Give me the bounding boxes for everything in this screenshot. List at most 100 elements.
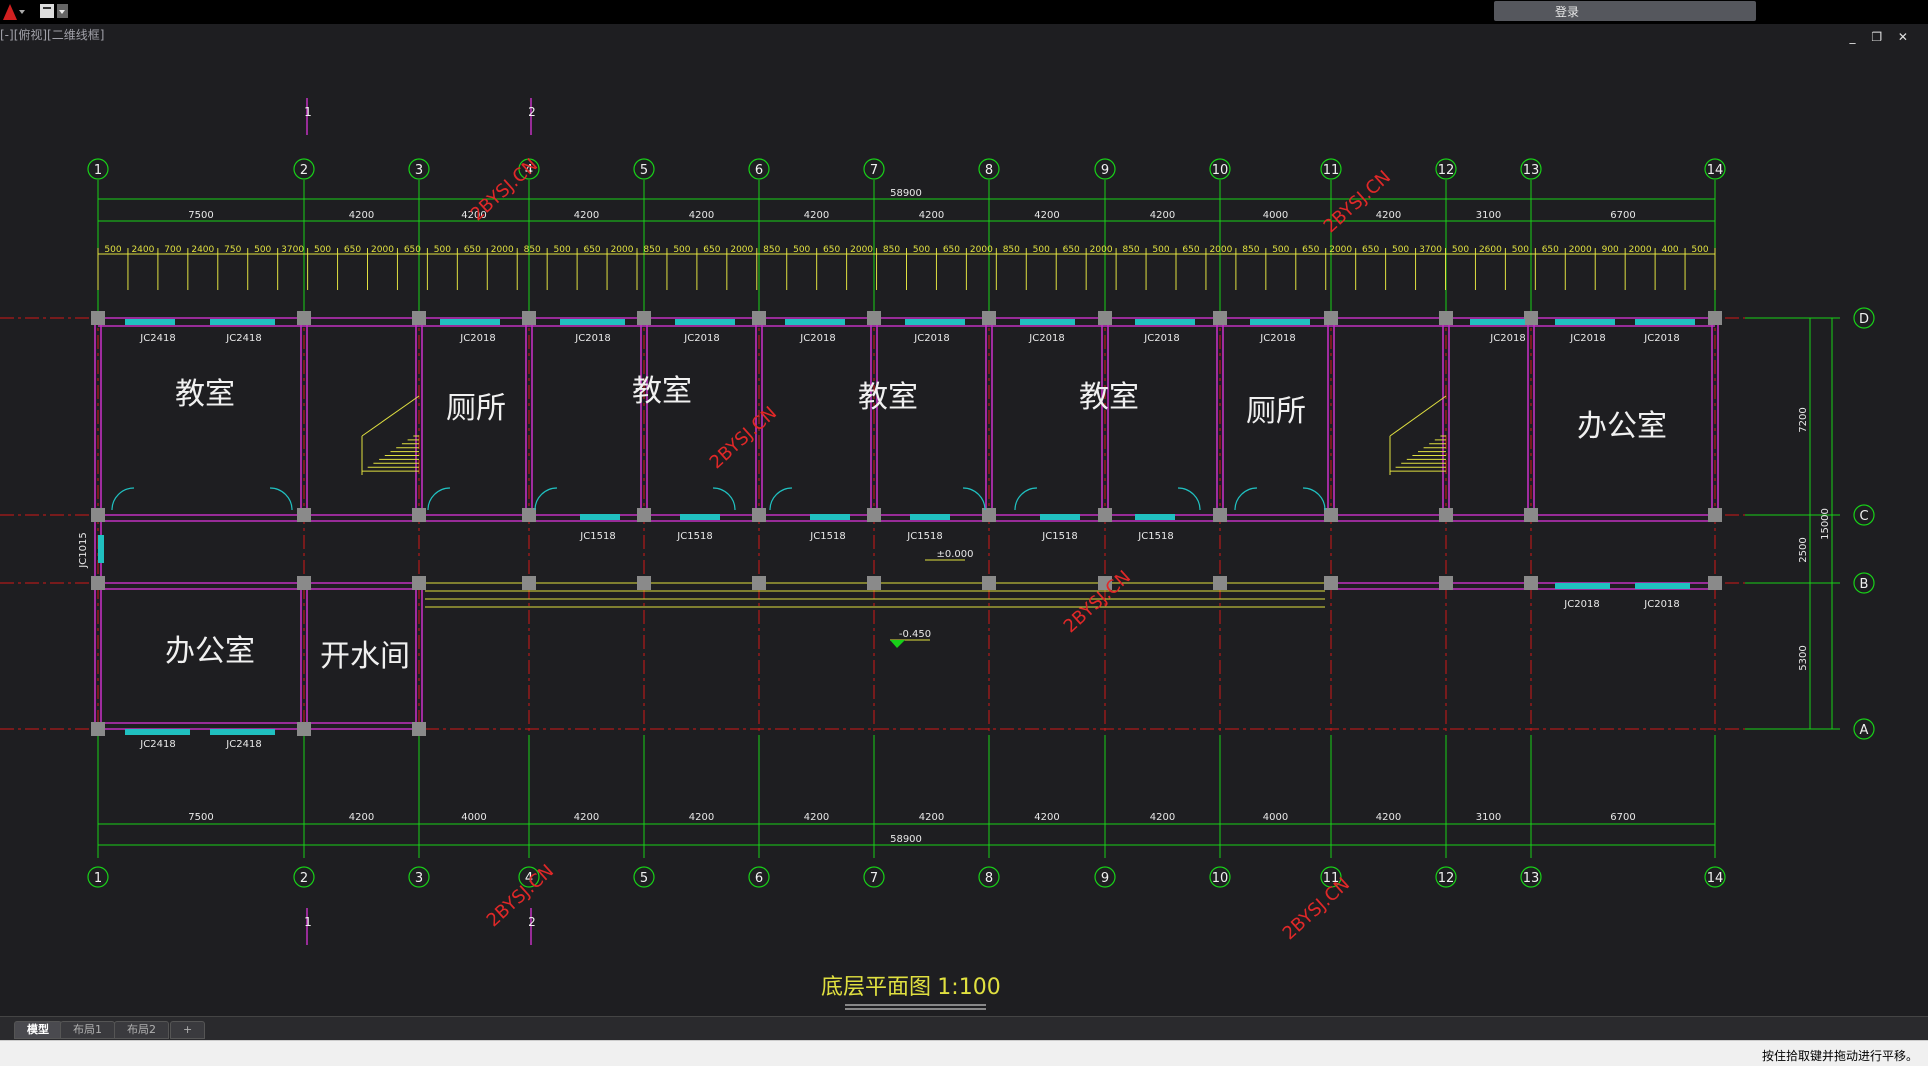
- window-label-top: JC2018: [683, 333, 719, 344]
- search-toolbar[interactable]: [1494, 1, 1756, 21]
- app-menu-icon[interactable]: [0, 0, 80, 24]
- detail-dim-label: 2000: [611, 245, 634, 255]
- window: [125, 319, 175, 325]
- detail-dim-label: 400: [1661, 245, 1678, 255]
- window: [1020, 319, 1075, 325]
- dim-label-bottom: 4000: [461, 812, 486, 823]
- tab-layout1[interactable]: 布局1: [60, 1021, 115, 1039]
- detail-dim-label: 650: [823, 245, 840, 255]
- window: [1470, 319, 1525, 325]
- window: [210, 729, 275, 735]
- dim-label-top: 4000: [1263, 210, 1288, 221]
- window-label-corridor: JC1518: [1041, 531, 1077, 542]
- window-label-top: JC2018: [459, 333, 495, 344]
- detail-dim-label: 500: [1452, 245, 1469, 255]
- detail-dim-label: 2000: [1329, 245, 1352, 255]
- login-button[interactable]: 登录: [1555, 3, 1579, 20]
- detail-dim-label: 2600: [1479, 245, 1502, 255]
- status-message: 按住拾取键并拖动进行平移。: [1761, 1049, 1918, 1063]
- column: [1324, 576, 1338, 590]
- dim-label-bottom: 6700: [1610, 812, 1635, 823]
- axis-number-bottom: 7: [870, 871, 878, 886]
- axis-number-top: 9: [1101, 163, 1109, 178]
- detail-dim-label: 2400: [131, 245, 154, 255]
- detail-dim-label: 500: [1512, 245, 1529, 255]
- detail-dim-label: 500: [793, 245, 810, 255]
- window-label-corridor: JC1518: [809, 531, 845, 542]
- right-dim-2: 2500: [1798, 537, 1809, 562]
- window-label-corridor: JC1518: [676, 531, 712, 542]
- column: [297, 311, 311, 325]
- axis-number-bottom: 13: [1523, 871, 1540, 886]
- axis-number-top: 6: [755, 163, 763, 178]
- axis-letter-right: B: [1860, 577, 1869, 592]
- window: [1135, 514, 1175, 520]
- column: [297, 576, 311, 590]
- right-total-dim: 15000: [1820, 508, 1831, 540]
- column: [1098, 508, 1112, 522]
- dim-label-top: 4200: [1150, 210, 1175, 221]
- detail-dim-label: 850: [883, 245, 900, 255]
- tab-add-button[interactable]: +: [170, 1021, 206, 1039]
- detail-dim-label: 650: [703, 245, 720, 255]
- axis-number-top: 12: [1438, 163, 1455, 178]
- column: [982, 311, 996, 325]
- door-arc: [712, 487, 736, 511]
- axis-number-bottom: 14: [1707, 871, 1724, 886]
- dim-label-bottom: 4200: [1034, 812, 1059, 823]
- section-label-bottom: 2: [528, 915, 536, 929]
- window-left: [98, 535, 104, 563]
- window: [1635, 319, 1695, 325]
- axis-letter-right: C: [1859, 509, 1868, 524]
- detail-dim-label: 650: [1063, 245, 1080, 255]
- tab-layout2[interactable]: 布局2: [114, 1021, 169, 1039]
- detail-dim-label: 500: [254, 245, 271, 255]
- detail-dim-label: 2000: [1090, 245, 1113, 255]
- detail-dim-label: 750: [224, 245, 241, 255]
- axis-letter-right: D: [1859, 312, 1869, 327]
- room-name-top: 厕所: [1246, 394, 1306, 429]
- detail-dim-label: 500: [434, 245, 451, 255]
- window-label-corridor: JC1518: [906, 531, 942, 542]
- column: [1524, 508, 1538, 522]
- column: [1098, 311, 1112, 325]
- detail-dim-label: 2000: [1209, 245, 1232, 255]
- window-label-top: JC2418: [139, 333, 175, 344]
- dim-label-bottom: 4200: [349, 812, 374, 823]
- detail-dim-label: 850: [524, 245, 541, 255]
- dim-label-top: 4200: [574, 210, 599, 221]
- axis-letter-right: A: [1860, 723, 1869, 738]
- detail-dim-label: 850: [763, 245, 780, 255]
- column: [1213, 576, 1227, 590]
- dim-label-top: 4200: [804, 210, 829, 221]
- column: [1324, 311, 1338, 325]
- window-label-top: JC2018: [1143, 333, 1179, 344]
- window: [560, 319, 625, 325]
- tab-model[interactable]: 模型: [14, 1021, 62, 1039]
- room-name-top: 教室: [858, 380, 918, 415]
- window-label-top: JC2018: [799, 333, 835, 344]
- door-arc: [1234, 487, 1258, 511]
- dim-label-bottom: 4200: [1376, 812, 1401, 823]
- door-arc: [769, 487, 793, 511]
- window: [1250, 319, 1310, 325]
- right-dim-3: 5300: [1798, 645, 1809, 670]
- detail-dim-label: 900: [1602, 245, 1619, 255]
- column: [1524, 576, 1538, 590]
- drawing-canvas[interactable]: 500 2400 700 2400 750 500 3700 500 650 2000 650 500…: [0, 24, 1928, 1016]
- detail-dim-label: 650: [1302, 245, 1319, 255]
- column: [637, 576, 651, 590]
- detail-dim-label: 2000: [970, 245, 993, 255]
- column: [637, 508, 651, 522]
- dim-label-top: 4200: [1376, 210, 1401, 221]
- column: [91, 576, 105, 590]
- dim-label-bottom: 4200: [1150, 812, 1175, 823]
- detail-dim-label: 850: [1122, 245, 1139, 255]
- drawing-scale: 1:100: [937, 975, 1000, 1000]
- window: [905, 319, 965, 325]
- axis-number-top: 7: [870, 163, 878, 178]
- axis-number-bottom: 12: [1438, 871, 1455, 886]
- window: [125, 729, 190, 735]
- watermark-text: 2BYSJ.CN: [1279, 874, 1354, 945]
- axis-number-bottom: 6: [755, 871, 763, 886]
